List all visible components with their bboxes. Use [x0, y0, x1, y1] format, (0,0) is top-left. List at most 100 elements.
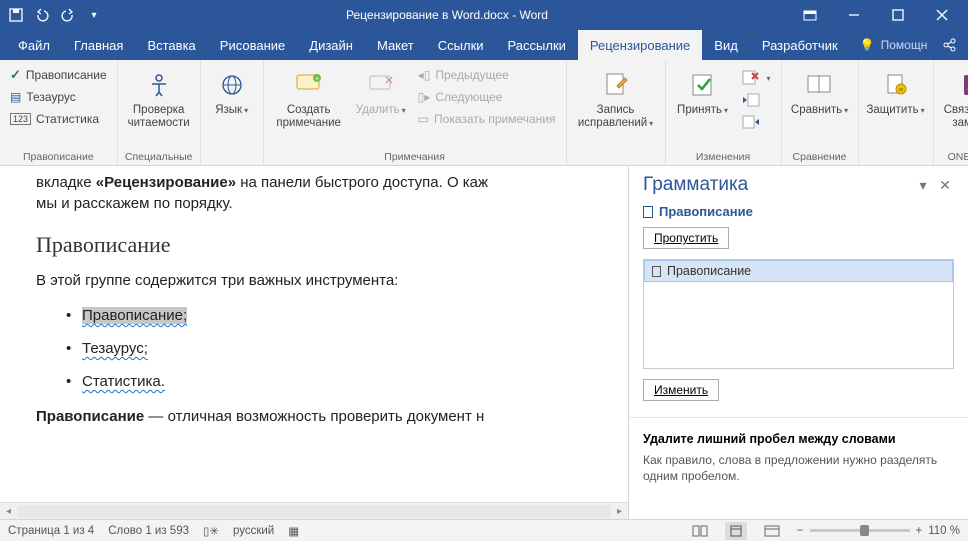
pane-subtitle: Правописание — [629, 200, 968, 227]
pane-close-icon[interactable]: ✕ — [934, 177, 956, 194]
protect-label: Защитить — [866, 104, 918, 116]
svg-text:+: + — [315, 76, 319, 83]
close-icon[interactable] — [920, 0, 964, 30]
change-button[interactable]: Изменить — [643, 379, 719, 401]
thesaurus-button[interactable]: ▤Тезаурус — [6, 86, 111, 108]
zoom-slider[interactable] — [810, 529, 910, 532]
tab-design[interactable]: Дизайн — [297, 30, 365, 60]
rule-title: Удалите лишний пробел между словами — [629, 417, 968, 450]
tab-draw[interactable]: Рисование — [208, 30, 297, 60]
book-icon — [652, 266, 661, 277]
document-area[interactable]: вкладке «Рецензирование» на панели быстр… — [0, 166, 628, 519]
new-comment-label: Создать примечание — [276, 104, 341, 130]
prev-icon: ◂▯ — [418, 68, 431, 82]
redo-icon[interactable] — [56, 3, 80, 27]
accessibility-check-button[interactable]: Проверка читаемости — [124, 64, 194, 134]
prev-comment-button[interactable]: ◂▯ Предыдущее — [414, 64, 560, 86]
reject-button[interactable]: ▾ — [738, 68, 775, 88]
tab-references[interactable]: Ссылки — [426, 30, 496, 60]
qat-customize-icon[interactable]: ▾ — [82, 3, 106, 27]
minimize-icon[interactable] — [832, 0, 876, 30]
accept-button[interactable]: Принять▾ — [672, 64, 734, 121]
show-comments-icon: ▭ — [418, 112, 429, 126]
pane-options-icon[interactable]: ▾ — [912, 177, 934, 194]
track-changes-label: Запись исправлений — [578, 104, 647, 129]
delete-comment-icon — [368, 68, 394, 102]
prev-change-button[interactable] — [738, 90, 775, 110]
lightbulb-icon: 💡 — [860, 38, 875, 52]
web-layout-icon[interactable] — [761, 522, 783, 540]
scroll-right-icon[interactable]: ▸ — [611, 506, 628, 517]
show-comments-button[interactable]: ▭ Показать примечания — [414, 108, 560, 130]
protect-button[interactable]: Защитить▾ — [865, 64, 927, 121]
read-mode-icon[interactable] — [689, 522, 711, 540]
group-label: Специальные — [124, 149, 194, 165]
maximize-icon[interactable] — [876, 0, 920, 30]
group-proofing: ✓Правописание ▤Тезаурус 123Статистика Пр… — [0, 60, 118, 165]
scroll-left-icon[interactable]: ◂ — [0, 506, 17, 517]
compare-button[interactable]: Сравнить▾ — [788, 64, 852, 121]
quick-access-toolbar: ▾ — [4, 3, 106, 27]
prev-comment-label: Предыдущее — [435, 68, 508, 82]
spelling-button[interactable]: ✓Правописание — [6, 64, 111, 86]
zoom-in-button[interactable]: + — [916, 525, 923, 537]
group-label: Примечания — [270, 149, 560, 165]
group-onenote: Связанные заметки ONENOTE — [934, 60, 968, 165]
shield-icon — [884, 68, 908, 102]
undo-icon[interactable] — [30, 3, 54, 27]
proofing-status-icon[interactable]: ▯✳ — [203, 524, 219, 538]
delete-comment-button[interactable]: Удалить▾ — [352, 64, 410, 121]
paragraph: В этой группе содержится три важных инст… — [36, 270, 608, 291]
tab-insert[interactable]: Вставка — [135, 30, 207, 60]
check-abc-icon: ✓ — [10, 67, 21, 83]
tab-home[interactable]: Главная — [62, 30, 135, 60]
zoom-value[interactable]: 110 % — [928, 525, 960, 537]
tab-file[interactable]: Файл — [6, 30, 62, 60]
ribbon-display-icon[interactable] — [788, 0, 832, 30]
share-icon[interactable] — [937, 38, 961, 52]
language-indicator[interactable]: русский — [233, 525, 274, 537]
skip-button[interactable]: Пропустить — [643, 227, 729, 249]
linked-notes-button[interactable]: Связанные заметки — [940, 64, 968, 134]
list-item: Тезаурус; — [66, 340, 608, 357]
tab-developer[interactable]: Разработчик — [750, 30, 850, 60]
accept-icon — [690, 68, 716, 102]
next-comment-label: Следующее — [435, 90, 502, 104]
scroll-track[interactable] — [17, 505, 611, 518]
tab-review[interactable]: Рецензирование — [578, 30, 702, 60]
next-change-button[interactable] — [738, 112, 775, 132]
suggestion-item[interactable]: Правописание — [644, 260, 953, 282]
tab-mailings[interactable]: Рассылки — [496, 30, 578, 60]
ribbon-tabs: Файл Главная Вставка Рисование Дизайн Ма… — [0, 30, 968, 60]
next-change-icon — [742, 115, 760, 129]
next-comment-button[interactable]: ▯▸Следующее — [414, 86, 560, 108]
tab-layout[interactable]: Макет — [365, 30, 426, 60]
word-count-indicator[interactable]: Слово 1 из 593 — [108, 525, 189, 537]
window-controls — [788, 0, 964, 30]
save-icon[interactable] — [4, 3, 28, 27]
accessibility-label: Проверка читаемости — [128, 104, 190, 130]
macro-indicator-icon[interactable]: ▦ — [288, 524, 299, 538]
language-label: Язык — [215, 104, 242, 116]
compare-label: Сравнить — [791, 104, 842, 116]
horizontal-scrollbar[interactable]: ◂ ▸ — [0, 502, 628, 519]
group-language: Язык▾ — [201, 60, 264, 165]
tell-me[interactable]: 💡 Помощн — [850, 30, 938, 60]
show-comments-label: Показать примечания — [434, 112, 556, 126]
document-page: вкладке «Рецензирование» на панели быстр… — [0, 166, 628, 445]
word-count-button[interactable]: 123Статистика — [6, 108, 111, 130]
zoom-out-button[interactable]: − — [797, 525, 804, 537]
status-bar: Страница 1 из 4 Слово 1 из 593 ▯✳ русски… — [0, 519, 968, 541]
book-icon — [643, 206, 653, 218]
track-changes-button[interactable]: Запись исправлений▾ — [573, 64, 659, 134]
title-bar: ▾ Рецензирование в Word.docx - Word — [0, 0, 968, 30]
new-comment-button[interactable]: + Создать примечание — [270, 64, 348, 134]
suggestions-list[interactable]: Правописание — [643, 259, 954, 369]
print-layout-icon[interactable] — [725, 522, 747, 540]
group-label: Изменения — [672, 149, 775, 165]
list-item: Статистика. — [66, 373, 608, 390]
language-button[interactable]: Язык▾ — [207, 64, 257, 121]
page-indicator[interactable]: Страница 1 из 4 — [8, 525, 94, 537]
group-label: Сравнение — [788, 149, 852, 165]
tab-view[interactable]: Вид — [702, 30, 750, 60]
